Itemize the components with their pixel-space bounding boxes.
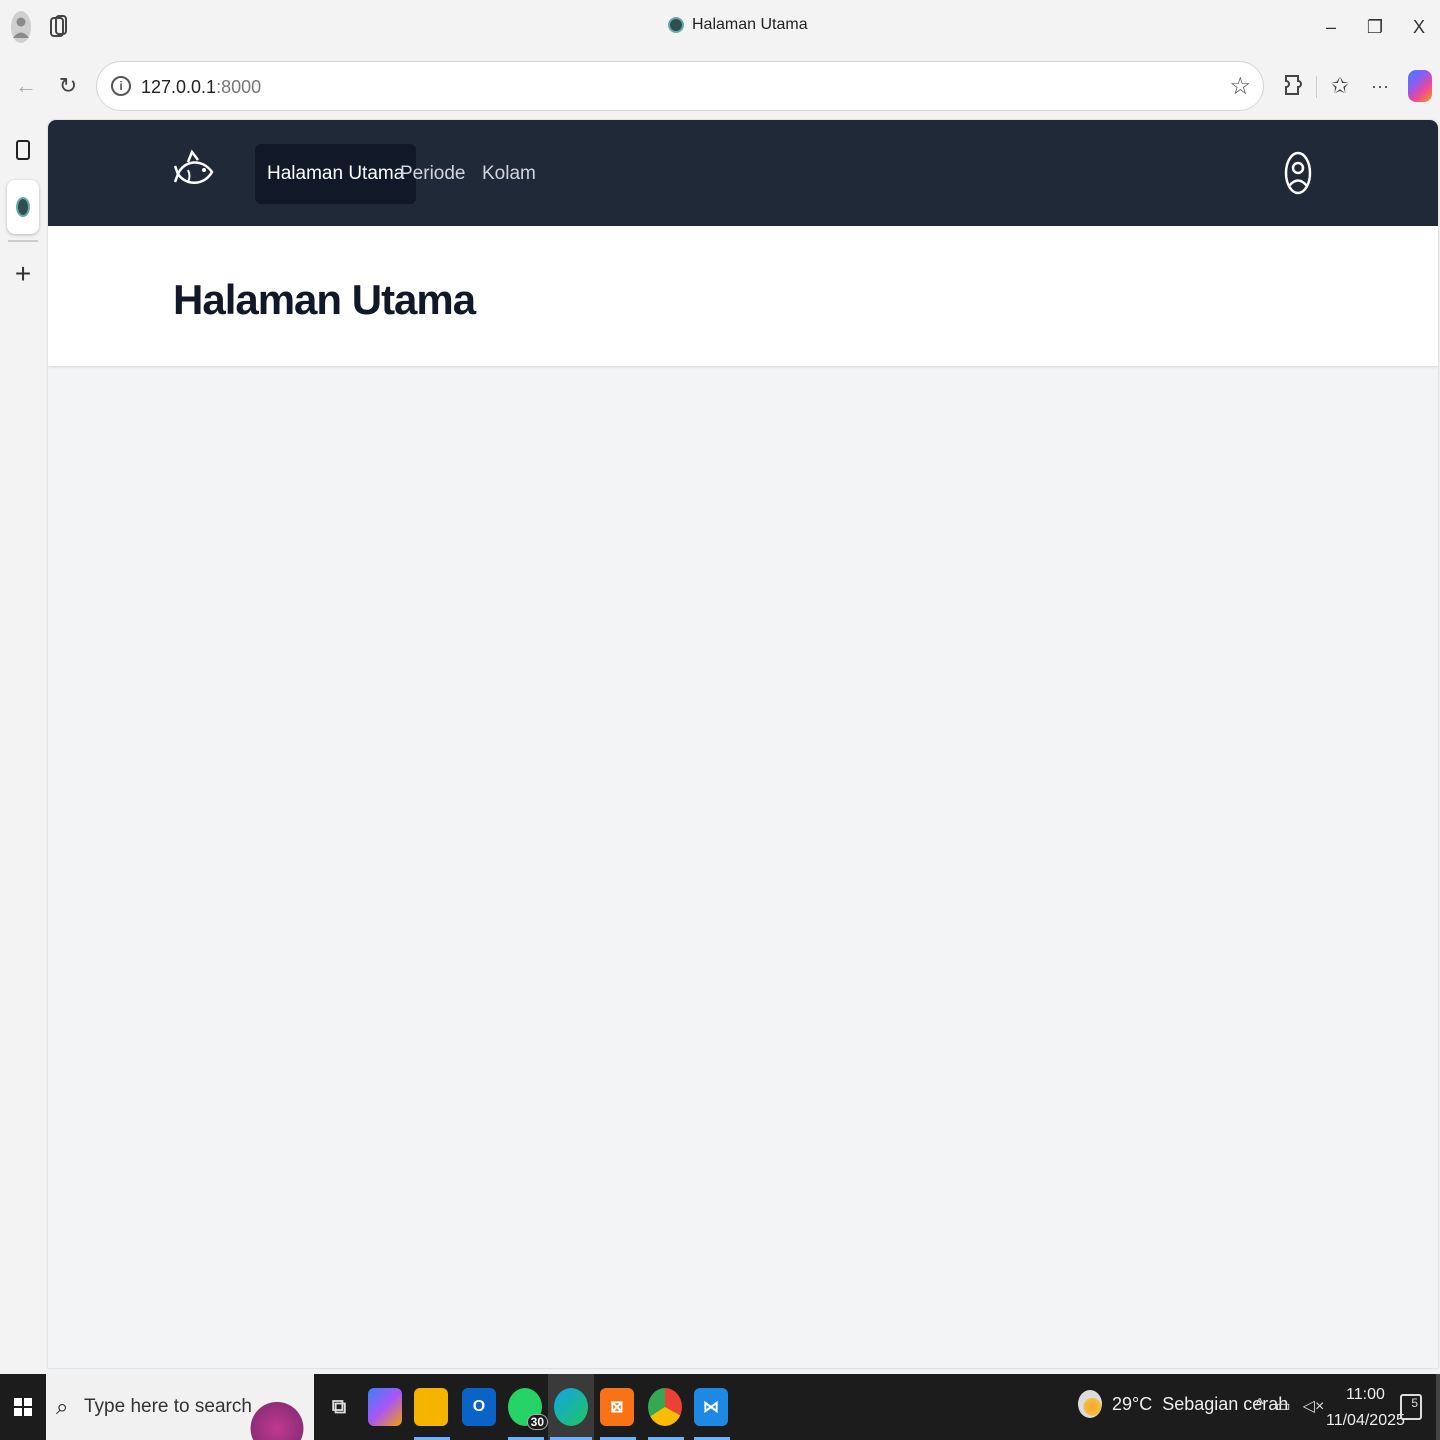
site-info-icon[interactable]: i	[111, 76, 131, 96]
tab-title-text: Halaman Utama	[692, 16, 808, 33]
vscode-icon[interactable]: ⋈	[694, 1388, 728, 1426]
whatsapp-icon[interactable]: 30	[508, 1388, 548, 1430]
notification-count: 5	[1411, 1396, 1418, 1410]
site-favicon-icon	[16, 197, 30, 217]
toolbar-divider	[1316, 76, 1317, 98]
tab-separator	[8, 240, 38, 242]
new-tab-plus-icon[interactable]: +	[7, 258, 39, 290]
whatsapp-badge: 30	[526, 1414, 548, 1430]
task-view-icon[interactable]: ⧉	[322, 1388, 356, 1426]
nav-periode[interactable]: Periode	[388, 144, 478, 204]
outlook-icon[interactable]: O	[462, 1388, 496, 1426]
favorite-star-icon[interactable]: ☆	[1229, 72, 1251, 101]
taskbar-search-box[interactable]: ⌕ Type here to search	[46, 1374, 314, 1440]
workspaces-icon[interactable]	[48, 14, 70, 40]
nav-kolam[interactable]: Kolam	[470, 144, 548, 204]
system-tray: ^ ▭ ◁×	[1256, 1396, 1324, 1416]
tab-title[interactable]: Halaman Utama	[668, 16, 808, 34]
start-button[interactable]	[0, 1374, 46, 1440]
search-icon: ⌕	[56, 1394, 69, 1419]
tab-halaman-utama[interactable]	[7, 180, 39, 234]
xampp-icon[interactable]: ⊠	[600, 1388, 634, 1426]
windows-logo-icon	[14, 1398, 32, 1416]
site-favicon-icon	[668, 17, 684, 33]
page-header: Halaman Utama	[48, 226, 1438, 366]
tab-actions-icon[interactable]	[7, 134, 39, 166]
copilot-app-icon[interactable]	[368, 1388, 402, 1426]
back-arrow-icon[interactable]: ←	[10, 70, 42, 102]
taskbar-clock[interactable]: 11:00 11/04/2025	[1326, 1382, 1405, 1434]
address-url[interactable]: 127.0.0.1:8000	[141, 77, 261, 98]
browser-titlebar: Halaman Utama – ❐ X	[0, 0, 1440, 56]
notification-center-icon[interactable]: 5	[1400, 1394, 1422, 1420]
clock-date: 11/04/2025	[1326, 1412, 1405, 1429]
maximize-button[interactable]: ❐	[1358, 12, 1392, 42]
partly-sunny-icon	[1078, 1390, 1102, 1418]
extensions-icon[interactable]	[1282, 72, 1306, 100]
app-navbar: Halaman Utama Periode Kolam	[48, 120, 1438, 226]
copilot-icon[interactable]	[1408, 70, 1432, 102]
weather-temp: 29°C	[1112, 1393, 1153, 1414]
volume-muted-icon[interactable]: ◁×	[1303, 1396, 1325, 1416]
clock-time: 11:00	[1346, 1386, 1385, 1403]
url-host: 127.0.0.1	[141, 77, 217, 97]
fish-logo-icon[interactable]	[174, 148, 216, 198]
search-highlight-image	[242, 1382, 312, 1440]
file-explorer-icon[interactable]	[414, 1388, 448, 1426]
vertical-tab-strip: +	[0, 118, 46, 1374]
show-desktop-button[interactable]	[1436, 1374, 1440, 1440]
browser-toolbar: ← ↻ i 127.0.0.1:8000 ☆ ✩ ···	[0, 56, 1440, 118]
url-port: :8000	[216, 77, 262, 97]
more-options-icon[interactable]: ···	[1364, 70, 1396, 102]
windows-taskbar: ⌕ Type here to search ⧉ O 30 ⊠ ⋈ 29°C Se…	[0, 1374, 1440, 1440]
close-button[interactable]: X	[1402, 12, 1436, 42]
show-hidden-icons-chevron-icon[interactable]: ^	[1256, 1396, 1264, 1416]
search-placeholder: Type here to search	[84, 1396, 252, 1417]
favorites-list-icon[interactable]: ✩	[1324, 70, 1356, 102]
profile-avatar-icon[interactable]	[10, 10, 32, 44]
chrome-icon[interactable]	[648, 1388, 682, 1426]
address-bar[interactable]: i 127.0.0.1:8000 ☆	[96, 61, 1264, 111]
page-viewport: Halaman Utama Periode Kolam Halaman Utam…	[48, 120, 1438, 1368]
minimize-button[interactable]: –	[1314, 12, 1348, 42]
page-title: Halaman Utama	[173, 276, 476, 323]
edge-browser-icon[interactable]	[554, 1388, 588, 1426]
refresh-icon[interactable]: ↻	[52, 70, 84, 102]
battery-icon[interactable]: ▭	[1276, 1396, 1291, 1416]
user-profile-icon[interactable]	[1284, 151, 1312, 195]
